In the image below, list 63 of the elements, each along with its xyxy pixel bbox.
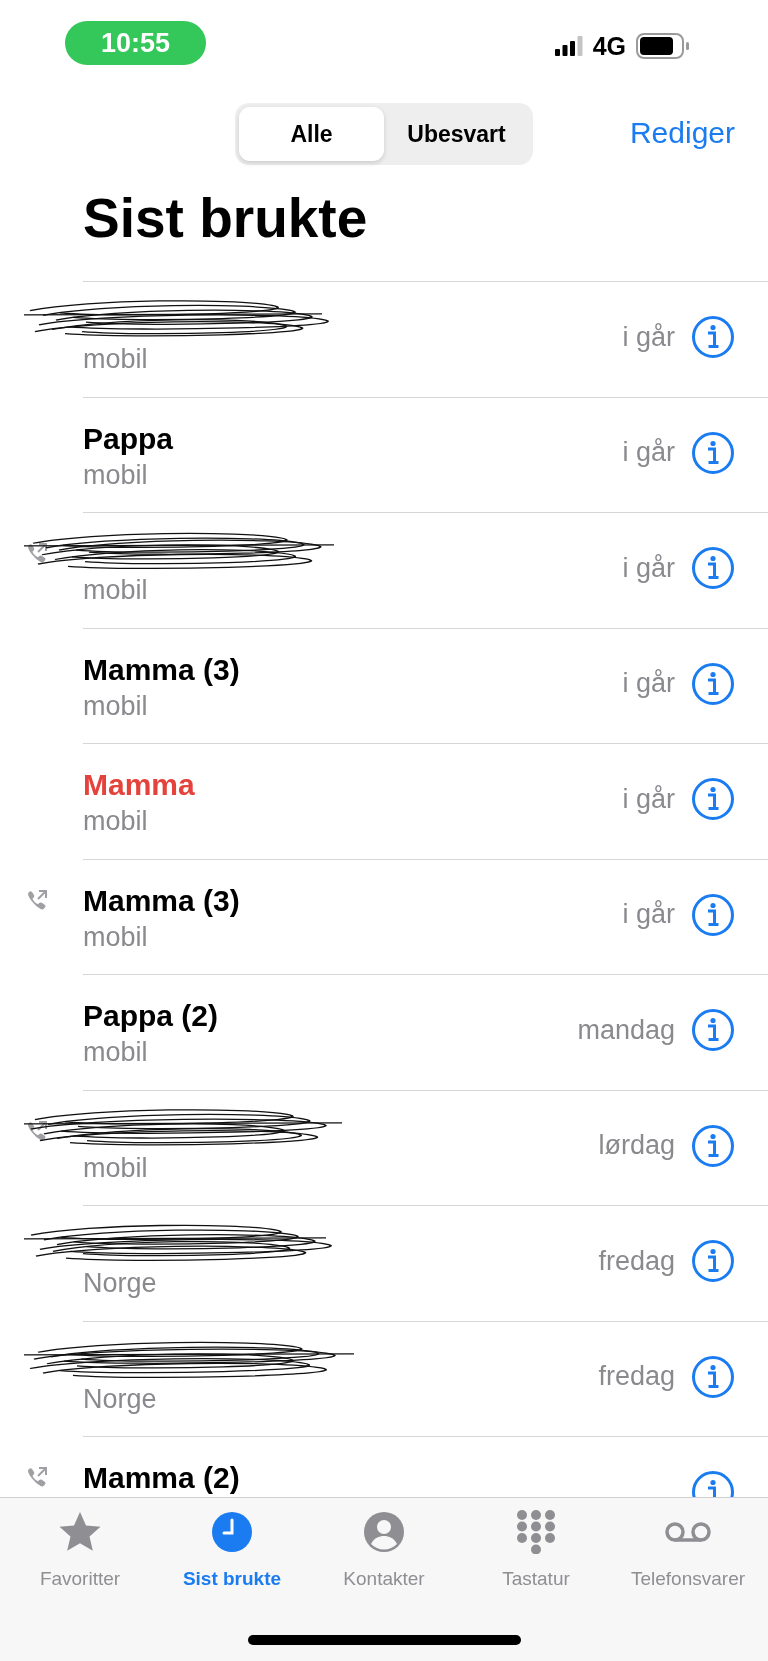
- info-button[interactable]: [691, 1008, 735, 1053]
- info-button[interactable]: [691, 892, 735, 937]
- keypad-icon: [514, 1510, 558, 1554]
- contact-name: Mamma (3): [83, 882, 241, 919]
- call-date: fredag: [598, 1361, 675, 1393]
- info-icon: [691, 430, 735, 475]
- call-type: mobil: [83, 1151, 149, 1185]
- tab-bar-item[interactable]: Telefonsvarer: [613, 1510, 763, 1590]
- call-type: mobil: [83, 1036, 149, 1069]
- info-button[interactable]: [691, 1239, 735, 1284]
- star-icon: [58, 1510, 102, 1554]
- contact-name: Mamma: [83, 767, 196, 803]
- info-button[interactable]: [691, 430, 735, 475]
- signal-icon: [554, 36, 583, 56]
- call-date: lørdag: [598, 1130, 675, 1162]
- segment-tab[interactable]: Alle: [239, 107, 384, 161]
- info-button[interactable]: [691, 1123, 735, 1168]
- call-date: i går: [622, 321, 675, 353]
- call-date: i går: [622, 668, 675, 700]
- info-button[interactable]: [691, 1354, 735, 1399]
- info-icon: [691, 1123, 735, 1168]
- info-icon: [691, 1354, 735, 1399]
- call-date: i går: [622, 783, 675, 815]
- info-button[interactable]: [691, 315, 735, 360]
- info-icon: [691, 777, 735, 822]
- call-date: i går: [622, 437, 675, 469]
- call-type: mobil: [83, 805, 149, 838]
- contact-name: Pappa (2): [83, 998, 220, 1034]
- call-date: fredag: [598, 1245, 675, 1277]
- info-icon: [691, 1239, 735, 1284]
- call-type: mobil: [83, 689, 149, 723]
- info-icon: [691, 546, 735, 591]
- call-type: mobil: [83, 920, 149, 954]
- edit-button[interactable]: Rediger: [629, 112, 735, 154]
- call-date: mandag: [577, 1014, 675, 1046]
- info-icon: [691, 1008, 735, 1053]
- call-type: mobil: [83, 574, 149, 607]
- tab-bar-item[interactable]: Favoritter: [5, 1510, 155, 1590]
- network-label: 4G: [592, 31, 626, 61]
- call-date: i går: [622, 552, 675, 584]
- info-button[interactable]: [691, 661, 735, 706]
- tab-bar-item[interactable]: Tastatur: [461, 1510, 611, 1590]
- call-type: Norge: [83, 1267, 158, 1300]
- clock-icon: [210, 1510, 254, 1554]
- call-type: Norge: [83, 1382, 158, 1416]
- info-icon: [691, 661, 735, 706]
- page-title: Sist brukte: [83, 186, 369, 251]
- info-icon: [691, 892, 735, 937]
- info-icon: [691, 315, 735, 360]
- tab-bar-item[interactable]: Kontakter: [309, 1510, 459, 1590]
- time-pill: 10:55: [65, 21, 206, 65]
- contact-name: Mamma (2): [83, 1460, 241, 1496]
- segment-tab[interactable]: Ubesvart: [384, 107, 529, 161]
- contact-name: Pappa: [83, 420, 175, 457]
- info-button[interactable]: [691, 546, 735, 591]
- call-type: mobil: [83, 343, 149, 376]
- call-type: mobil: [83, 458, 149, 492]
- contact-name: Mamma (3): [83, 651, 241, 688]
- call-date: i går: [622, 899, 675, 931]
- info-button[interactable]: [691, 777, 735, 822]
- battery-icon: [636, 33, 690, 59]
- contact-icon: [362, 1510, 406, 1554]
- tab-bar-item[interactable]: Sist brukte: [157, 1510, 307, 1590]
